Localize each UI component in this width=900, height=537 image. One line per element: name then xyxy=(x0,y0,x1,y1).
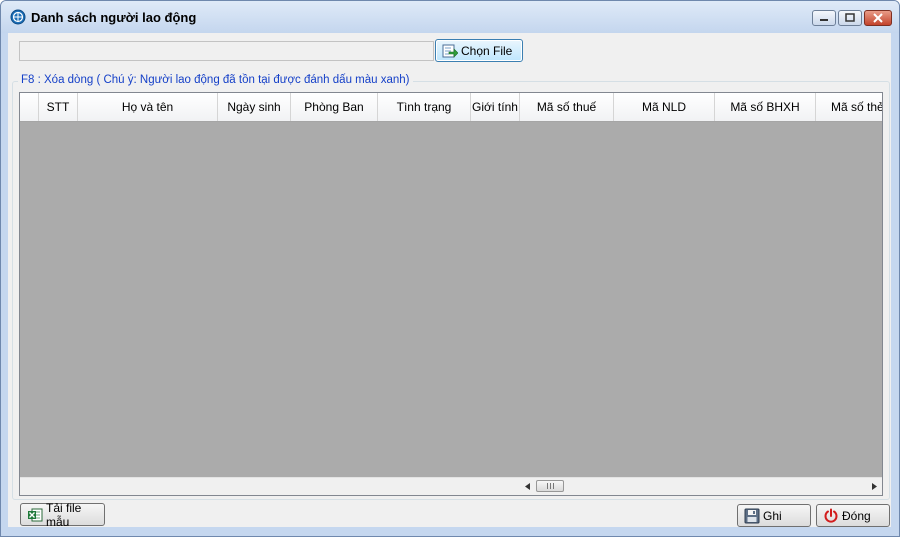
close-button[interactable]: Đóng xyxy=(816,504,890,527)
close-label: Đóng xyxy=(842,508,871,523)
column-header-social-insurance[interactable]: Mã số BHXH xyxy=(715,93,816,121)
save-button[interactable]: Ghi xyxy=(737,504,811,527)
close-icon xyxy=(873,13,883,23)
minimize-icon xyxy=(820,19,828,21)
arrow-right-icon xyxy=(871,483,877,490)
choose-file-button[interactable]: Chọn File xyxy=(435,39,523,62)
grid-body[interactable] xyxy=(20,122,882,478)
app-globe-icon xyxy=(10,9,26,25)
main-window: Danh sách người lao động Chọn File F8 : … xyxy=(0,0,900,537)
column-header-birth-date[interactable]: Ngày sinh xyxy=(218,93,291,121)
client-area: Chọn File F8 : Xóa dòng ( Chú ý: Người l… xyxy=(8,33,891,529)
arrow-left-icon xyxy=(524,483,530,490)
floppy-disk-icon xyxy=(744,508,760,523)
maximize-button[interactable] xyxy=(838,10,862,26)
column-header-tax-code[interactable]: Mã số thuế xyxy=(520,93,614,121)
column-header-department[interactable]: Phòng Ban xyxy=(291,93,378,121)
column-header-stt[interactable]: STT xyxy=(39,93,78,121)
window-title: Danh sách người lao động xyxy=(31,10,197,25)
save-label: Ghi xyxy=(763,508,782,523)
import-file-icon xyxy=(442,44,458,58)
column-header-full-name[interactable]: Họ và tên xyxy=(78,93,218,121)
column-header-employee-code[interactable]: Mã NLD xyxy=(614,93,715,121)
title-bar[interactable]: Danh sách người lao động xyxy=(1,1,899,33)
column-header-card-number[interactable]: Mã số thẻ xyxy=(816,93,882,121)
scroll-right-button[interactable] xyxy=(865,478,882,495)
employee-grid[interactable]: STT Họ và tên Ngày sinh Phòng Ban Tình t… xyxy=(19,92,883,496)
file-path-input[interactable] xyxy=(19,41,434,61)
download-template-button[interactable]: Tải file mẫu xyxy=(20,500,105,529)
excel-icon xyxy=(28,508,43,521)
power-icon xyxy=(824,508,838,523)
horizontal-scrollbar[interactable] xyxy=(20,477,882,495)
choose-file-label: Chọn File xyxy=(461,43,513,58)
scroll-left-button[interactable] xyxy=(519,478,536,495)
minimize-button[interactable] xyxy=(812,10,836,26)
grid-header: STT Họ và tên Ngày sinh Phòng Ban Tình t… xyxy=(20,93,882,122)
column-header-row-selector[interactable] xyxy=(20,93,39,121)
column-header-gender[interactable]: Giới tính xyxy=(471,93,520,121)
maximize-icon xyxy=(845,13,855,22)
close-window-button[interactable] xyxy=(864,10,892,26)
column-header-status[interactable]: Tình trạng xyxy=(378,93,471,121)
group-caption: F8 : Xóa dòng ( Chú ý: Người lao động đã… xyxy=(18,74,413,86)
scroll-thumb[interactable] xyxy=(536,480,564,492)
download-template-label: Tải file mẫu xyxy=(46,500,82,529)
